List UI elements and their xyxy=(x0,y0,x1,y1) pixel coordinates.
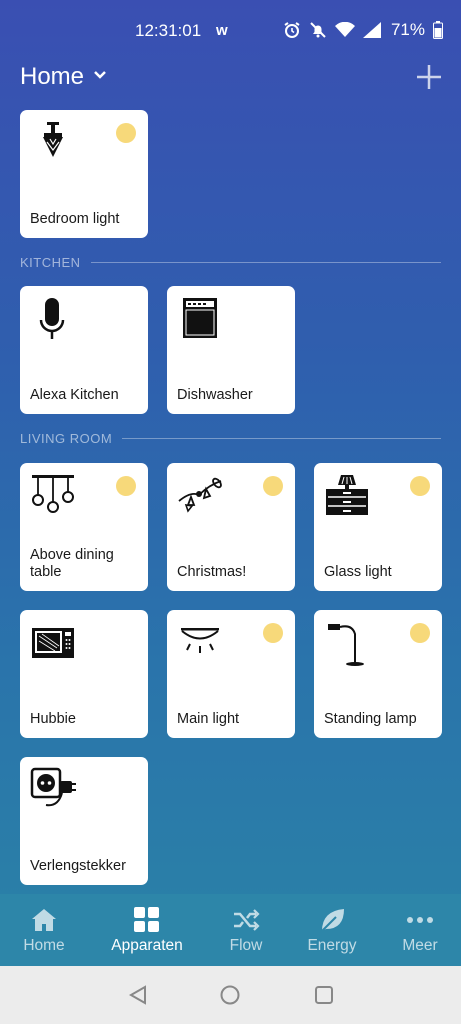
tile-label: Above dining table xyxy=(30,547,114,580)
tile-label: Main light xyxy=(177,711,240,727)
bottom-navigation: Home Apparaten Flow Energy Meer xyxy=(0,894,461,966)
tile-label: Glass light xyxy=(324,564,392,580)
nav-meer[interactable]: Meer xyxy=(390,894,450,966)
nav-apparaten[interactable]: Apparaten xyxy=(102,894,192,966)
mute-icon xyxy=(310,22,326,38)
shuffle-icon xyxy=(234,909,260,931)
status-time: 12:31:01 xyxy=(135,21,202,40)
section-kitchen: KITCHEN xyxy=(20,254,441,270)
tile-glass-light[interactable]: Glass light xyxy=(314,463,442,591)
floor-lamp-icon xyxy=(328,624,364,666)
tile-label: Standing lamp xyxy=(324,711,417,727)
status-icons: 71% xyxy=(283,20,443,40)
light-on-indicator xyxy=(410,476,430,496)
house-icon xyxy=(32,909,56,931)
tile-above-dining-table[interactable]: Above dining table xyxy=(20,463,148,591)
more-icon xyxy=(407,917,433,923)
grid-icon xyxy=(134,907,159,932)
nav-label: Home xyxy=(23,937,65,954)
string-lights-icon xyxy=(178,477,222,513)
home-circle-icon[interactable] xyxy=(219,984,241,1006)
section-living-room: LIVING ROOM xyxy=(20,430,441,446)
home-selector[interactable]: Home xyxy=(20,63,84,91)
nav-label: Apparaten xyxy=(111,937,183,954)
light-on-indicator xyxy=(263,476,283,496)
table-lamp-icon xyxy=(326,475,368,515)
section-title: KITCHEN xyxy=(20,254,81,270)
tile-bedroom-light[interactable]: Bedroom light xyxy=(20,110,148,238)
nav-energy[interactable]: Energy xyxy=(300,894,364,966)
tile-hubbie[interactable]: Hubbie xyxy=(20,610,148,738)
alarm-icon xyxy=(284,22,300,38)
tile-christmas[interactable]: Christmas! xyxy=(167,463,295,591)
microwave-icon xyxy=(32,628,74,658)
recents-icon[interactable] xyxy=(313,984,335,1006)
microphone-icon xyxy=(39,298,65,339)
ceiling-light-icon xyxy=(181,628,219,653)
battery-level: 71% xyxy=(390,20,425,39)
tile-label: Hubbie xyxy=(30,711,76,727)
nav-flow[interactable]: Flow xyxy=(216,894,276,966)
status-bar: 12:31:01 w 71% xyxy=(0,0,461,62)
tile-label: Verlengstekker xyxy=(30,858,126,874)
dishwasher-icon xyxy=(183,298,217,338)
tile-label: Alexa Kitchen xyxy=(30,387,119,403)
leaf-icon xyxy=(321,909,344,932)
signal-icon xyxy=(362,22,381,38)
tile-alexa-kitchen[interactable]: Alexa Kitchen xyxy=(20,286,148,414)
tile-label: Bedroom light xyxy=(30,211,120,227)
section-title: LIVING ROOM xyxy=(20,430,113,446)
header: Home xyxy=(0,60,461,100)
nav-label: Meer xyxy=(402,937,438,954)
app-notification-icon: w xyxy=(216,22,228,39)
chevron-down-icon[interactable] xyxy=(93,70,107,80)
light-on-indicator xyxy=(116,476,136,496)
chandelier-icon xyxy=(43,122,63,157)
nav-label: Energy xyxy=(307,937,357,954)
nav-home[interactable]: Home xyxy=(14,894,74,966)
tile-label: Dishwasher xyxy=(177,387,253,403)
light-on-indicator xyxy=(263,623,283,643)
tile-main-light[interactable]: Main light xyxy=(167,610,295,738)
tile-standing-lamp[interactable]: Standing lamp xyxy=(314,610,442,738)
tile-label: Christmas! xyxy=(177,564,247,580)
wifi-icon xyxy=(334,22,355,37)
system-navigation-bar xyxy=(0,966,461,1024)
tile-verlengstekker[interactable]: Verlengstekker xyxy=(20,757,148,885)
back-icon[interactable] xyxy=(127,984,149,1006)
section-divider xyxy=(122,437,441,439)
nav-label: Flow xyxy=(229,937,263,954)
light-on-indicator xyxy=(410,623,430,643)
power-socket-icon xyxy=(30,767,76,807)
light-on-indicator xyxy=(116,123,136,143)
add-icon[interactable] xyxy=(414,62,444,92)
pendant-lights-icon xyxy=(32,475,74,513)
tile-dishwasher[interactable]: Dishwasher xyxy=(167,286,295,414)
section-divider xyxy=(90,261,441,263)
battery-icon xyxy=(433,21,443,39)
